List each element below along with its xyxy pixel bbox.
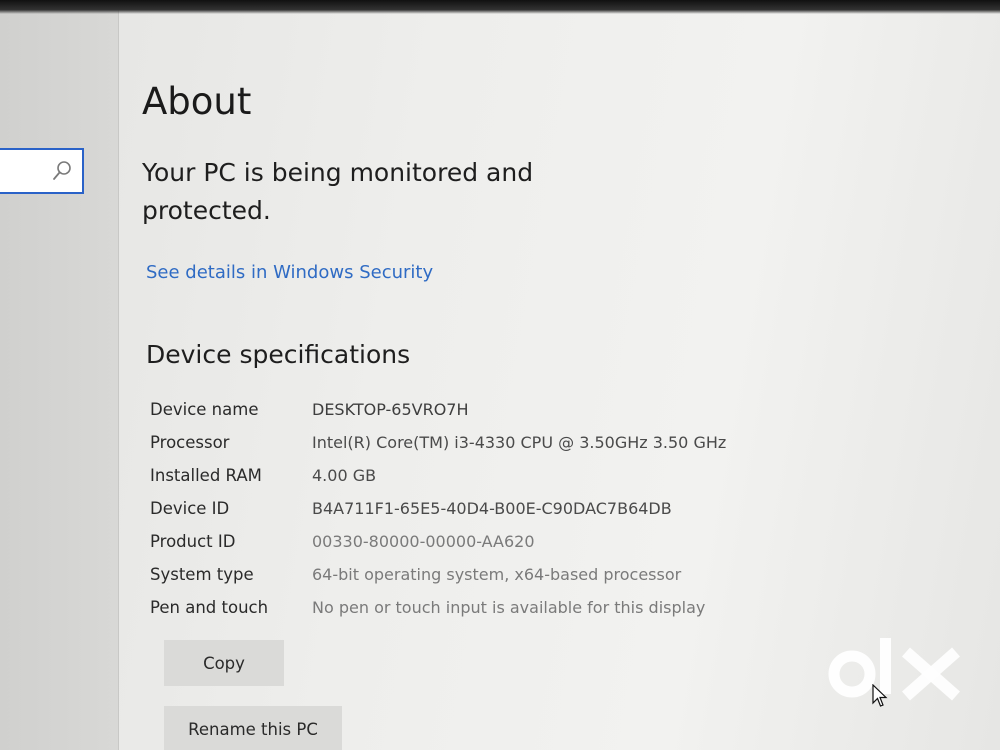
spec-label: Product ID (150, 532, 236, 551)
monitor-bezel (0, 0, 1000, 14)
settings-window: About Your PC is being monitored and pro… (0, 0, 1000, 750)
spec-value: 4.00 GB (312, 466, 377, 485)
mouse-pointer-icon (872, 684, 888, 707)
search-input[interactable] (0, 148, 84, 194)
spec-row-system-type: System type 64-bit operating system, x64… (150, 565, 870, 598)
spec-value: Intel(R) Core(TM) i3-4330 CPU @ 3.50GHz … (312, 433, 727, 452)
spec-row-processor: Processor Intel(R) Core(TM) i3-4330 CPU … (150, 433, 870, 466)
spec-value: B4A711F1-65E5-40D4-B00E-C90DAC7B64DB (312, 499, 672, 518)
spec-label: Device name (150, 400, 259, 419)
windows-security-link[interactable]: See details in Windows Security (146, 262, 433, 283)
spec-row-installed-ram: Installed RAM 4.00 GB (150, 466, 870, 499)
spec-row-product-id: Product ID 00330-80000-00000-AA620 (150, 532, 870, 565)
spec-label: System type (150, 565, 254, 584)
spec-value: 00330-80000-00000-AA620 (312, 532, 535, 551)
spec-value: 64-bit operating system, x64-based proce… (312, 565, 682, 584)
spec-value: DESKTOP-65VRO7H (312, 400, 469, 419)
device-specifications-table: Device name DESKTOP-65VRO7H Processor In… (150, 400, 870, 631)
search-icon[interactable] (52, 160, 72, 182)
security-status-message: Your PC is being monitored and protected… (142, 158, 534, 225)
rename-pc-button[interactable]: Rename this PC (164, 706, 342, 750)
page-title: About (142, 80, 252, 123)
spec-label: Processor (150, 433, 230, 452)
spec-row-device-name: Device name DESKTOP-65VRO7H (150, 400, 870, 433)
device-specifications-heading: Device specifications (146, 340, 411, 369)
spec-label: Pen and touch (150, 598, 269, 617)
spec-value: No pen or touch input is available for t… (312, 598, 706, 617)
olx-watermark-logo (828, 638, 960, 701)
spec-row-pen-and-touch: Pen and touch No pen or touch input is a… (150, 598, 870, 631)
spec-label: Device ID (150, 499, 230, 518)
spec-label: Installed RAM (150, 466, 262, 485)
pane-divider (118, 0, 119, 750)
navigation-pane (0, 0, 118, 750)
spec-row-device-id: Device ID B4A711F1-65E5-40D4-B00E-C90DAC… (150, 499, 870, 532)
copy-button[interactable]: Copy (164, 640, 284, 686)
